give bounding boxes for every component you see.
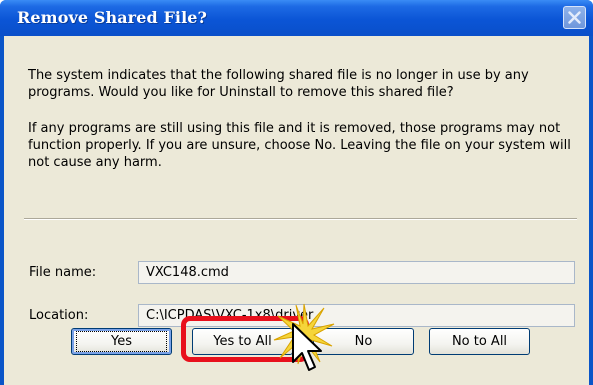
no-button-label: No [354, 334, 373, 349]
message-paragraph-1: The system indicates that the following … [28, 68, 529, 100]
no-to-all-button[interactable]: No to All [429, 328, 530, 355]
remove-shared-file-dialog: Remove Shared File? The system indicates… [0, 0, 593, 385]
close-button[interactable] [563, 6, 586, 29]
location-label: Location: [29, 308, 89, 323]
no-to-all-button-label: No to All [451, 334, 508, 349]
window-title: Remove Shared File? [17, 8, 208, 27]
separator [24, 218, 577, 220]
file-name-label: File name: [29, 265, 97, 280]
yes-to-all-button-label: Yes to All [213, 334, 272, 349]
file-name-field: VXC148.cmd [138, 261, 575, 284]
focus-rectangle [76, 331, 167, 352]
mouse-pointer-icon [291, 322, 325, 379]
message-paragraph-2: If any programs are still using this fil… [28, 121, 571, 170]
title-bar[interactable]: Remove Shared File? [0, 0, 593, 36]
